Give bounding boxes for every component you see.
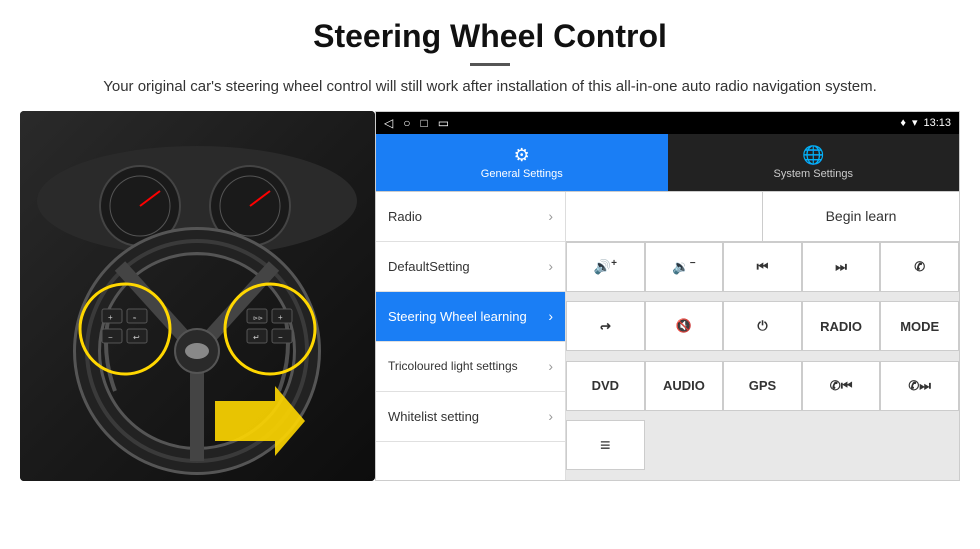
control-buttons-grid: 🔊+ 🔉− ⏮ ⏭ ✆ ↩: [566, 242, 959, 480]
radio-mode-button[interactable]: RADIO: [802, 301, 881, 351]
chevron-icon-tricoloured: ›: [548, 358, 553, 374]
tab-system-label: System Settings: [774, 168, 853, 180]
svg-text:↵: ↵: [253, 333, 260, 342]
begin-learn-button[interactable]: Begin learn: [763, 192, 959, 241]
status-bar: ◁ ○ □ ▭ ♦ ▾ 13:13: [376, 112, 959, 134]
back-nav-icon[interactable]: ◁: [384, 116, 393, 130]
menu-item-default[interactable]: DefaultSetting ›: [376, 242, 565, 292]
svg-text:+: +: [278, 313, 283, 322]
gps-label: GPS: [749, 378, 776, 393]
phone-answer-button[interactable]: ✆: [880, 242, 959, 292]
tab-bar: ⚙ General Settings 🌐 System Settings: [376, 134, 959, 192]
volume-up-icon: 🔊+: [594, 258, 617, 276]
phone-prev-icon: ✆⏮: [830, 378, 853, 394]
menu-item-whitelist-label: Whitelist setting: [388, 409, 479, 424]
menu-item-radio[interactable]: Radio ›: [376, 192, 565, 242]
status-bar-right: ♦ ▾ 13:13: [900, 116, 951, 129]
chevron-icon-whitelist: ›: [548, 408, 553, 424]
chevron-icon-steering: ›: [548, 308, 553, 324]
volume-down-icon: 🔉−: [672, 258, 695, 276]
location-icon: ♦: [900, 117, 906, 129]
mode-button[interactable]: MODE: [880, 301, 959, 351]
mode-label: MODE: [900, 319, 939, 334]
bottom-section: Radio › DefaultSetting › Steering Wheel …: [376, 192, 959, 480]
svg-text:−: −: [278, 333, 283, 342]
phone-answer-icon: ✆: [914, 259, 925, 275]
empty-input-box: [566, 192, 763, 241]
system-settings-icon: 🌐: [802, 145, 824, 166]
phone-prev-button[interactable]: ✆⏮: [802, 361, 881, 411]
menu-item-default-label: DefaultSetting: [388, 259, 470, 274]
main-content: + ≈ − ↩ ⊳⊳ + ↵ −: [20, 111, 960, 481]
status-time: 13:13: [923, 117, 951, 129]
svg-text:⊳⊳: ⊳⊳: [253, 316, 263, 322]
prev-track-button[interactable]: ⏮: [723, 242, 802, 292]
audio-button[interactable]: AUDIO: [645, 361, 724, 411]
mute-button[interactable]: 🔇: [645, 301, 724, 351]
svg-text:−: −: [108, 333, 113, 342]
recents-nav-icon[interactable]: □: [420, 116, 427, 130]
menu-item-radio-label: Radio: [388, 209, 422, 224]
svg-text:+: +: [108, 313, 113, 322]
general-settings-icon: ⚙: [514, 145, 530, 166]
next-track-button[interactable]: ⏭: [802, 242, 881, 292]
gps-button[interactable]: GPS: [723, 361, 802, 411]
radio-mode-label: RADIO: [820, 319, 862, 334]
mute-icon: 🔇: [676, 318, 692, 334]
hangup-button[interactable]: ↩: [566, 301, 645, 351]
title-divider: [470, 63, 510, 66]
list-button[interactable]: ≡: [566, 420, 645, 470]
android-ui-panel: ◁ ○ □ ▭ ♦ ▾ 13:13 ⚙ General Settings 🌐 S…: [375, 111, 960, 481]
volume-down-button[interactable]: 🔉−: [645, 242, 724, 292]
menu-item-steering-label: Steering Wheel learning: [388, 309, 527, 324]
steering-wheel-image: + ≈ − ↩ ⊳⊳ + ↵ −: [20, 111, 375, 481]
status-bar-left: ◁ ○ □ ▭: [384, 116, 449, 130]
dvd-label: DVD: [592, 378, 619, 393]
page-header: Steering Wheel Control Your original car…: [0, 0, 980, 111]
power-icon: ⏻: [757, 318, 767, 334]
list-icon: ≡: [600, 435, 611, 456]
page-title: Steering Wheel Control: [20, 18, 960, 55]
chevron-icon-radio: ›: [548, 208, 553, 224]
menu-item-whitelist[interactable]: Whitelist setting ›: [376, 392, 565, 442]
cast-icon: ▭: [438, 116, 449, 130]
chevron-icon-default: ›: [548, 258, 553, 274]
tab-general-label: General Settings: [481, 168, 563, 180]
phone-next-button[interactable]: ✆⏭: [880, 361, 959, 411]
menu-item-tricoloured-label: Tricoloured light settings: [388, 359, 518, 373]
power-button[interactable]: ⏻: [723, 301, 802, 351]
control-top-row: Begin learn: [566, 192, 959, 242]
dvd-button[interactable]: DVD: [566, 361, 645, 411]
menu-item-steering[interactable]: Steering Wheel learning ›: [376, 292, 565, 342]
prev-track-icon: ⏮: [757, 259, 769, 275]
hangup-icon: ↩: [600, 318, 611, 334]
wheel-background: + ≈ − ↩ ⊳⊳ + ↵ −: [20, 111, 375, 481]
audio-label: AUDIO: [663, 378, 705, 393]
menu-item-tricoloured[interactable]: Tricoloured light settings ›: [376, 342, 565, 392]
svg-text:↩: ↩: [133, 333, 140, 342]
next-track-icon: ⏭: [835, 259, 847, 275]
menu-list: Radio › DefaultSetting › Steering Wheel …: [376, 192, 566, 480]
volume-up-button[interactable]: 🔊+: [566, 242, 645, 292]
header-description: Your original car's steering wheel contr…: [20, 76, 960, 99]
control-panel: Begin learn 🔊+ 🔉− ⏮ ⏭: [566, 192, 959, 480]
wifi-icon: ▾: [912, 116, 918, 129]
steering-wheel-svg: + ≈ − ↩ ⊳⊳ + ↵ −: [20, 111, 375, 481]
phone-next-icon: ✆⏭: [908, 378, 931, 394]
home-nav-icon[interactable]: ○: [403, 116, 410, 130]
tab-system-settings[interactable]: 🌐 System Settings: [668, 134, 960, 191]
tab-general-settings[interactable]: ⚙ General Settings: [376, 134, 668, 191]
